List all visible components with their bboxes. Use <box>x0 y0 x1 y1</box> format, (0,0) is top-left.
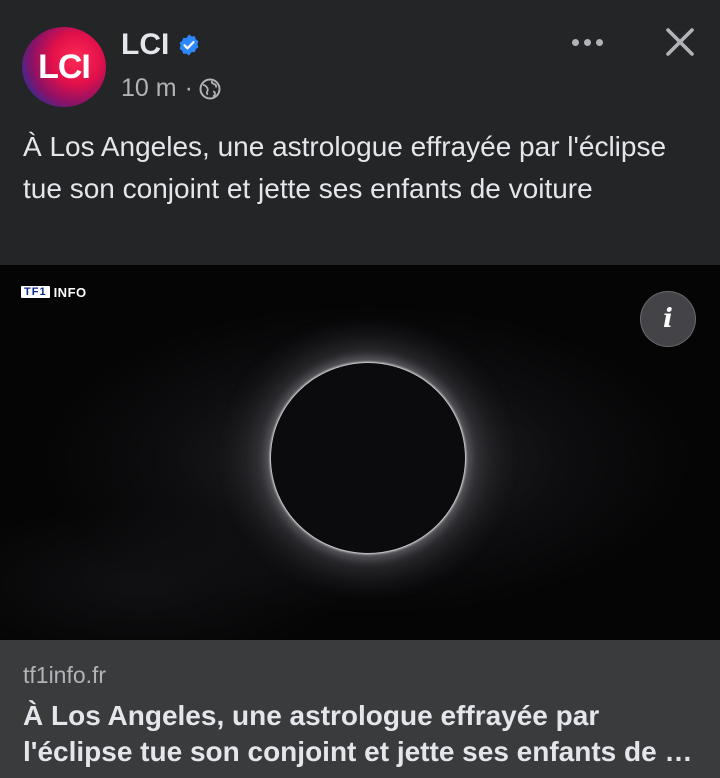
tf1-info-text: INFO <box>53 284 87 300</box>
meta-separator: · <box>184 74 193 102</box>
eclipse-moon-disc <box>271 363 465 553</box>
tf1-mark-text: TF1 <box>24 286 47 298</box>
close-icon[interactable] <box>656 18 704 66</box>
info-icon-glyph: i <box>663 304 673 334</box>
tf1-info-logo: TF1 INFO <box>21 284 87 300</box>
tf1-mark: TF1 <box>21 286 50 298</box>
page-name-row: LCI <box>121 28 201 62</box>
link-title-line-1: À Los Angeles, une astrologue effrayée p… <box>23 700 600 731</box>
post-card: LCI LCI 10 m · À Los Angeles, une astrol… <box>0 0 720 778</box>
more-dot <box>571 38 579 46</box>
post-header: LCI LCI 10 m · <box>0 0 720 120</box>
more-dot <box>595 38 603 46</box>
verified-badge-icon <box>177 33 201 57</box>
post-timestamp[interactable]: 10 m <box>121 74 177 103</box>
link-title-line-2: l'éclipse tue son conjoint et jette ses … <box>23 736 693 767</box>
avatar-logo-text: LCI <box>38 47 91 86</box>
page-name[interactable]: LCI <box>121 28 169 62</box>
link-title: À Los Angeles, une astrologue effrayée p… <box>23 698 713 770</box>
post-image[interactable]: TF1 INFO i <box>0 265 720 640</box>
link-domain: tf1info.fr <box>23 662 107 688</box>
post-message: À Los Angeles, une astrologue effrayée p… <box>23 131 667 204</box>
page-avatar[interactable]: LCI <box>22 27 106 107</box>
globe-icon <box>199 78 221 100</box>
more-dot <box>583 38 591 46</box>
post-meta: 10 m · <box>121 74 221 103</box>
info-icon[interactable]: i <box>640 291 696 347</box>
link-preview[interactable]: tf1info.fr À Los Angeles, une astrologue… <box>0 640 720 778</box>
more-options-icon[interactable] <box>562 22 612 62</box>
